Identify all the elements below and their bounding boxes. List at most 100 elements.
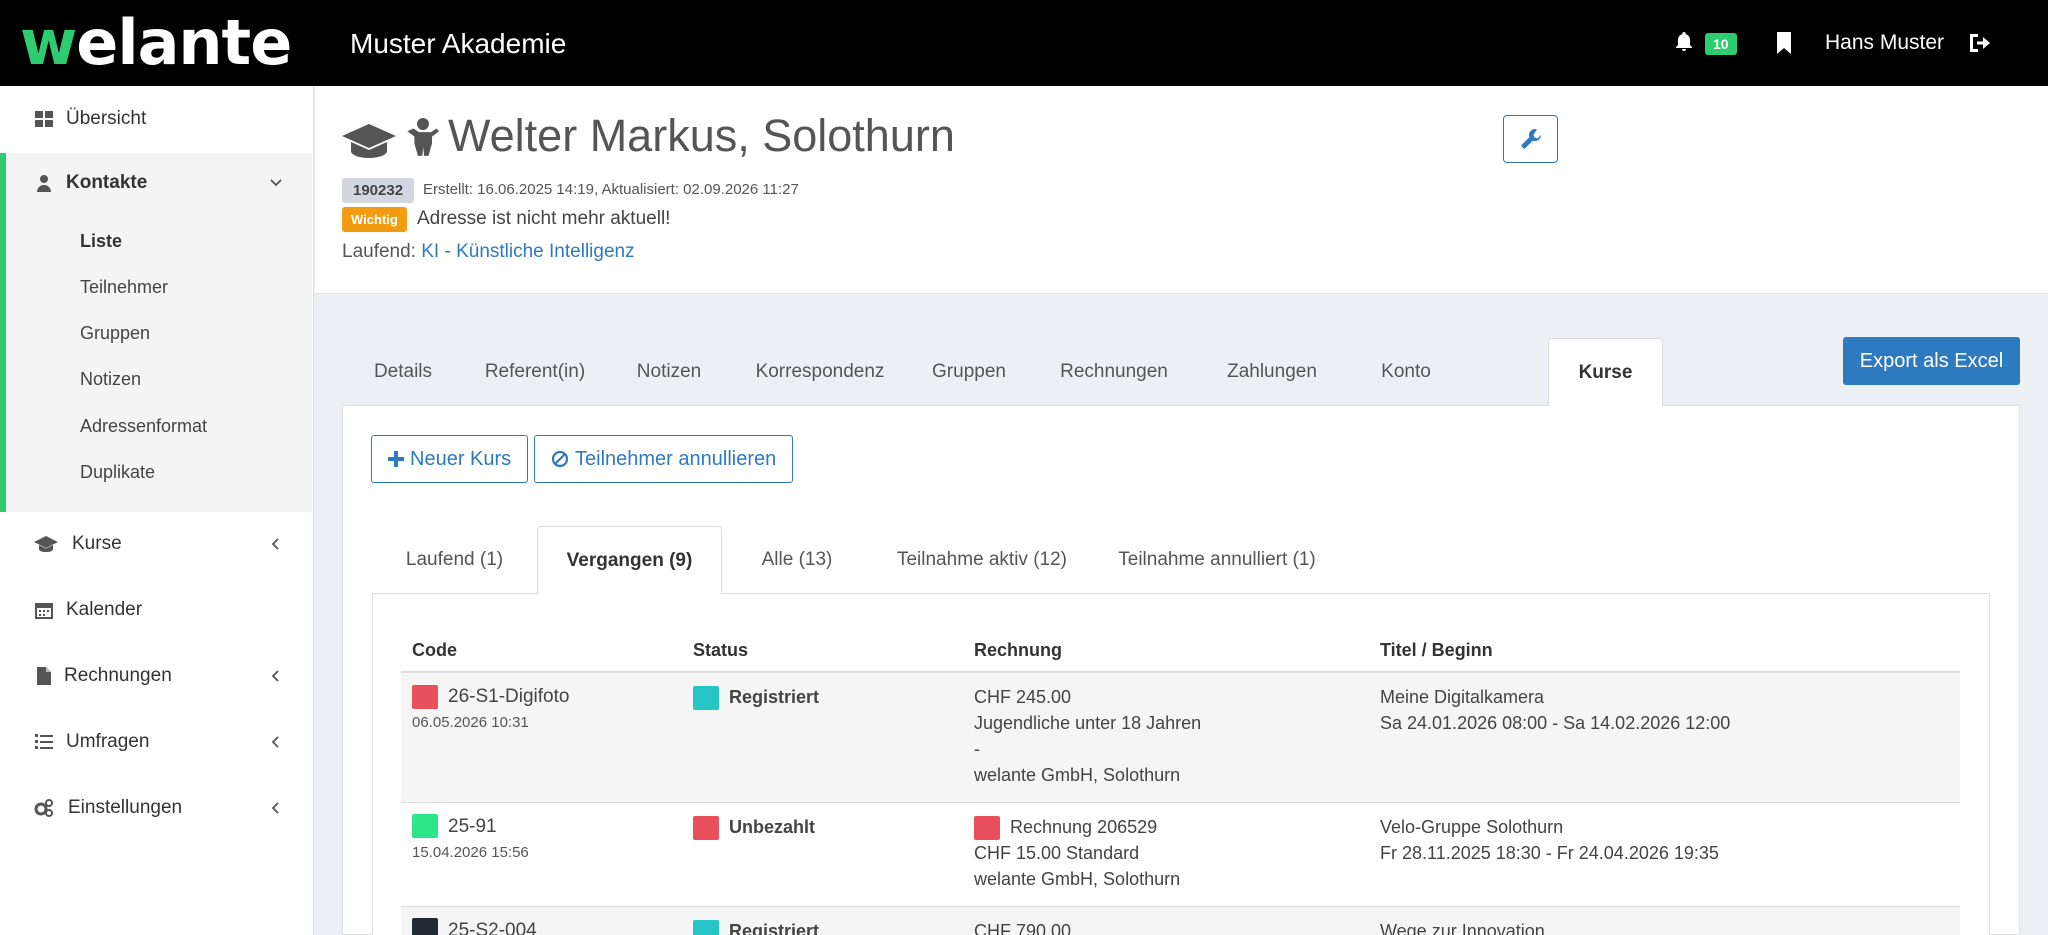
table-row[interactable]: 25-S2-004 Registriert CHF 790.00 Wege zu… (401, 906, 1960, 935)
code-cell: 26-S1-Digifoto 06.05.2026 10:31 (401, 672, 682, 803)
status-text: Registriert (729, 687, 820, 707)
organization-name: Muster Akademie (350, 28, 567, 59)
sidebar-subitem-gruppen[interactable]: Gruppen (80, 323, 150, 344)
bookmark-icon[interactable] (1776, 32, 1792, 54)
sidebar-item-einstellungen[interactable]: Einstellungen (0, 778, 312, 838)
invoice-color-marker (974, 815, 1000, 840)
sidebar-subitem-liste[interactable]: Liste (80, 231, 122, 252)
column-header[interactable]: Rechnung (963, 630, 1369, 673)
cancel-participant-label: Teilnehmer annullieren (575, 447, 777, 470)
sidebar-item-umfragen[interactable]: Umfragen (0, 712, 312, 772)
sidebar-subitem-adressenformat[interactable]: Adressenformat (80, 416, 207, 437)
user-name[interactable]: Hans Muster (1825, 31, 1944, 55)
notification-count-badge[interactable]: 10 (1705, 33, 1737, 55)
title-cell: Meine Digitalkamera Sa 24.01.2026 08:00 … (1369, 672, 1960, 803)
tab-konto[interactable]: Konto (1346, 338, 1466, 406)
user-icon (37, 175, 51, 192)
invoice-amount: CHF 15.00 Standard (974, 842, 1140, 863)
sidebar-item-kalender[interactable]: Kalender (0, 580, 312, 640)
cancel-participant-button[interactable]: Teilnehmer annullieren (534, 435, 794, 483)
course-title[interactable]: Velo-Gruppe Solothurn (1380, 814, 1949, 840)
top-bar: welante Muster Akademie 10 Hans Muster (0, 0, 2048, 86)
sidebar-item-label: Rechnungen (64, 665, 172, 686)
status-color-marker (693, 919, 719, 935)
important-note: Adresse ist nicht mehr aktuell! (417, 208, 671, 229)
sidebar-subitem-notizen[interactable]: Notizen (80, 369, 141, 390)
invoice-note: - (974, 739, 980, 759)
tab-notizen[interactable]: Notizen (606, 338, 732, 406)
graduation-cap-icon (342, 124, 396, 158)
sidebar-item-label: Übersicht (66, 108, 147, 129)
sidebar-item-uebersicht[interactable]: Übersicht (0, 89, 312, 149)
course-code[interactable]: 25-91 (448, 816, 497, 837)
column-header[interactable]: Code (401, 630, 682, 673)
courses-table: Code Status Rechnung Titel / Beginn 26-S… (401, 630, 1960, 935)
sidebar-item-rechnungen[interactable]: Rechnungen (0, 646, 312, 706)
course-date: 06.05.2026 10:31 (412, 714, 529, 731)
invoice-cell: CHF 790.00 (963, 906, 1369, 935)
status-text: Registriert (729, 920, 820, 935)
edit-tools-button[interactable] (1503, 115, 1558, 163)
tab-korrespondenz[interactable]: Korrespondenz (732, 338, 908, 406)
cogs-icon (34, 799, 53, 817)
logout-icon[interactable] (1968, 32, 1990, 54)
title-cell: Wege zur Innovation (1369, 906, 1960, 935)
new-course-label: Neuer Kurs (410, 447, 512, 470)
subtab-vergangen[interactable]: Vergangen (9) (537, 526, 722, 594)
graduation-cap-icon (34, 536, 58, 552)
ban-icon (551, 450, 569, 468)
sidebar-subitem-duplikate[interactable]: Duplikate (80, 462, 155, 483)
invoice-issuer: welante GmbH, Solothurn (974, 868, 1181, 889)
running-course-link[interactable]: KI - Künstliche Intelligenz (421, 241, 634, 262)
table-row[interactable]: 26-S1-Digifoto 06.05.2026 10:31 Registri… (401, 672, 1960, 803)
page-title: Welter Markus, Solothurn (448, 110, 955, 161)
status-cell: Unbezahlt (682, 802, 963, 907)
status-cell: Registriert (682, 672, 963, 803)
course-title[interactable]: Wege zur Innovation (1380, 918, 1949, 935)
list-icon (35, 734, 53, 749)
sidebar-subitem-teilnehmer[interactable]: Teilnehmer (80, 277, 168, 298)
course-period: Fr 28.11.2025 18:30 - Fr 24.04.2026 19:3… (1380, 842, 1719, 863)
tab-referent[interactable]: Referent(in) (464, 338, 606, 406)
calendar-icon (35, 603, 53, 619)
running-course-line: Laufend: KI - Künstliche Intelligenz (342, 241, 635, 263)
invoice-cell: Rechnung 206529 CHF 15.00 Standard welan… (963, 802, 1369, 907)
tab-kurse[interactable]: Kurse (1548, 338, 1663, 406)
invoice-number[interactable]: Rechnung 206529 (1010, 817, 1157, 837)
plus-icon (388, 451, 404, 467)
bell-icon[interactable] (1672, 30, 1696, 54)
chevron-left-icon (271, 736, 279, 748)
new-course-button[interactable]: Neuer Kurs (371, 435, 529, 483)
table-row[interactable]: 25-91 15.04.2026 15:56 Unbezahlt Rechnun… (401, 802, 1960, 907)
subtab-teilnahme-annulliert[interactable]: Teilnahme annulliert (1) (1092, 526, 1342, 594)
course-code[interactable]: 25-S2-004 (448, 920, 537, 935)
invoice-tariff: Jugendliche unter 18 Jahren (974, 713, 1202, 733)
course-title[interactable]: Meine Digitalkamera (1380, 684, 1949, 710)
tab-gruppen[interactable]: Gruppen (908, 338, 1030, 406)
export-excel-button[interactable]: Export als Excel (1843, 337, 2020, 385)
code-cell: 25-91 15.04.2026 15:56 (401, 802, 682, 907)
subtab-teilnahme-aktiv[interactable]: Teilnahme aktiv (12) (872, 526, 1092, 594)
tab-zahlungen[interactable]: Zahlungen (1198, 338, 1346, 406)
column-header[interactable]: Status (682, 630, 963, 673)
code-cell: 25-S2-004 (401, 906, 682, 935)
sidebar-item-kontakte[interactable]: Kontakte (0, 153, 312, 213)
title-cell: Velo-Gruppe Solothurn Fr 28.11.2025 18:3… (1369, 802, 1960, 907)
sidebar-item-label: Kalender (66, 599, 143, 620)
tab-details[interactable]: Details (342, 338, 464, 406)
invoice-amount: CHF 245.00 (974, 687, 1072, 707)
invoice-amount: CHF 790.00 (974, 920, 1072, 935)
subtab-alle[interactable]: Alle (13) (722, 526, 872, 594)
contact-id-badge: 190232 (342, 178, 415, 203)
course-code[interactable]: 26-S1-Digifoto (448, 686, 569, 707)
sidebar-item-kurse[interactable]: Kurse (0, 514, 312, 574)
chevron-down-icon (270, 179, 282, 187)
logo[interactable]: welante (20, 6, 292, 79)
title-icons (342, 118, 440, 167)
column-header[interactable]: Titel / Beginn (1369, 630, 1960, 673)
sidebar-item-label: Umfragen (66, 731, 150, 752)
course-color-marker (412, 918, 438, 935)
subtab-laufend[interactable]: Laufend (1) (372, 526, 537, 594)
tab-rechnungen[interactable]: Rechnungen (1030, 338, 1198, 406)
status-color-marker (693, 686, 719, 711)
